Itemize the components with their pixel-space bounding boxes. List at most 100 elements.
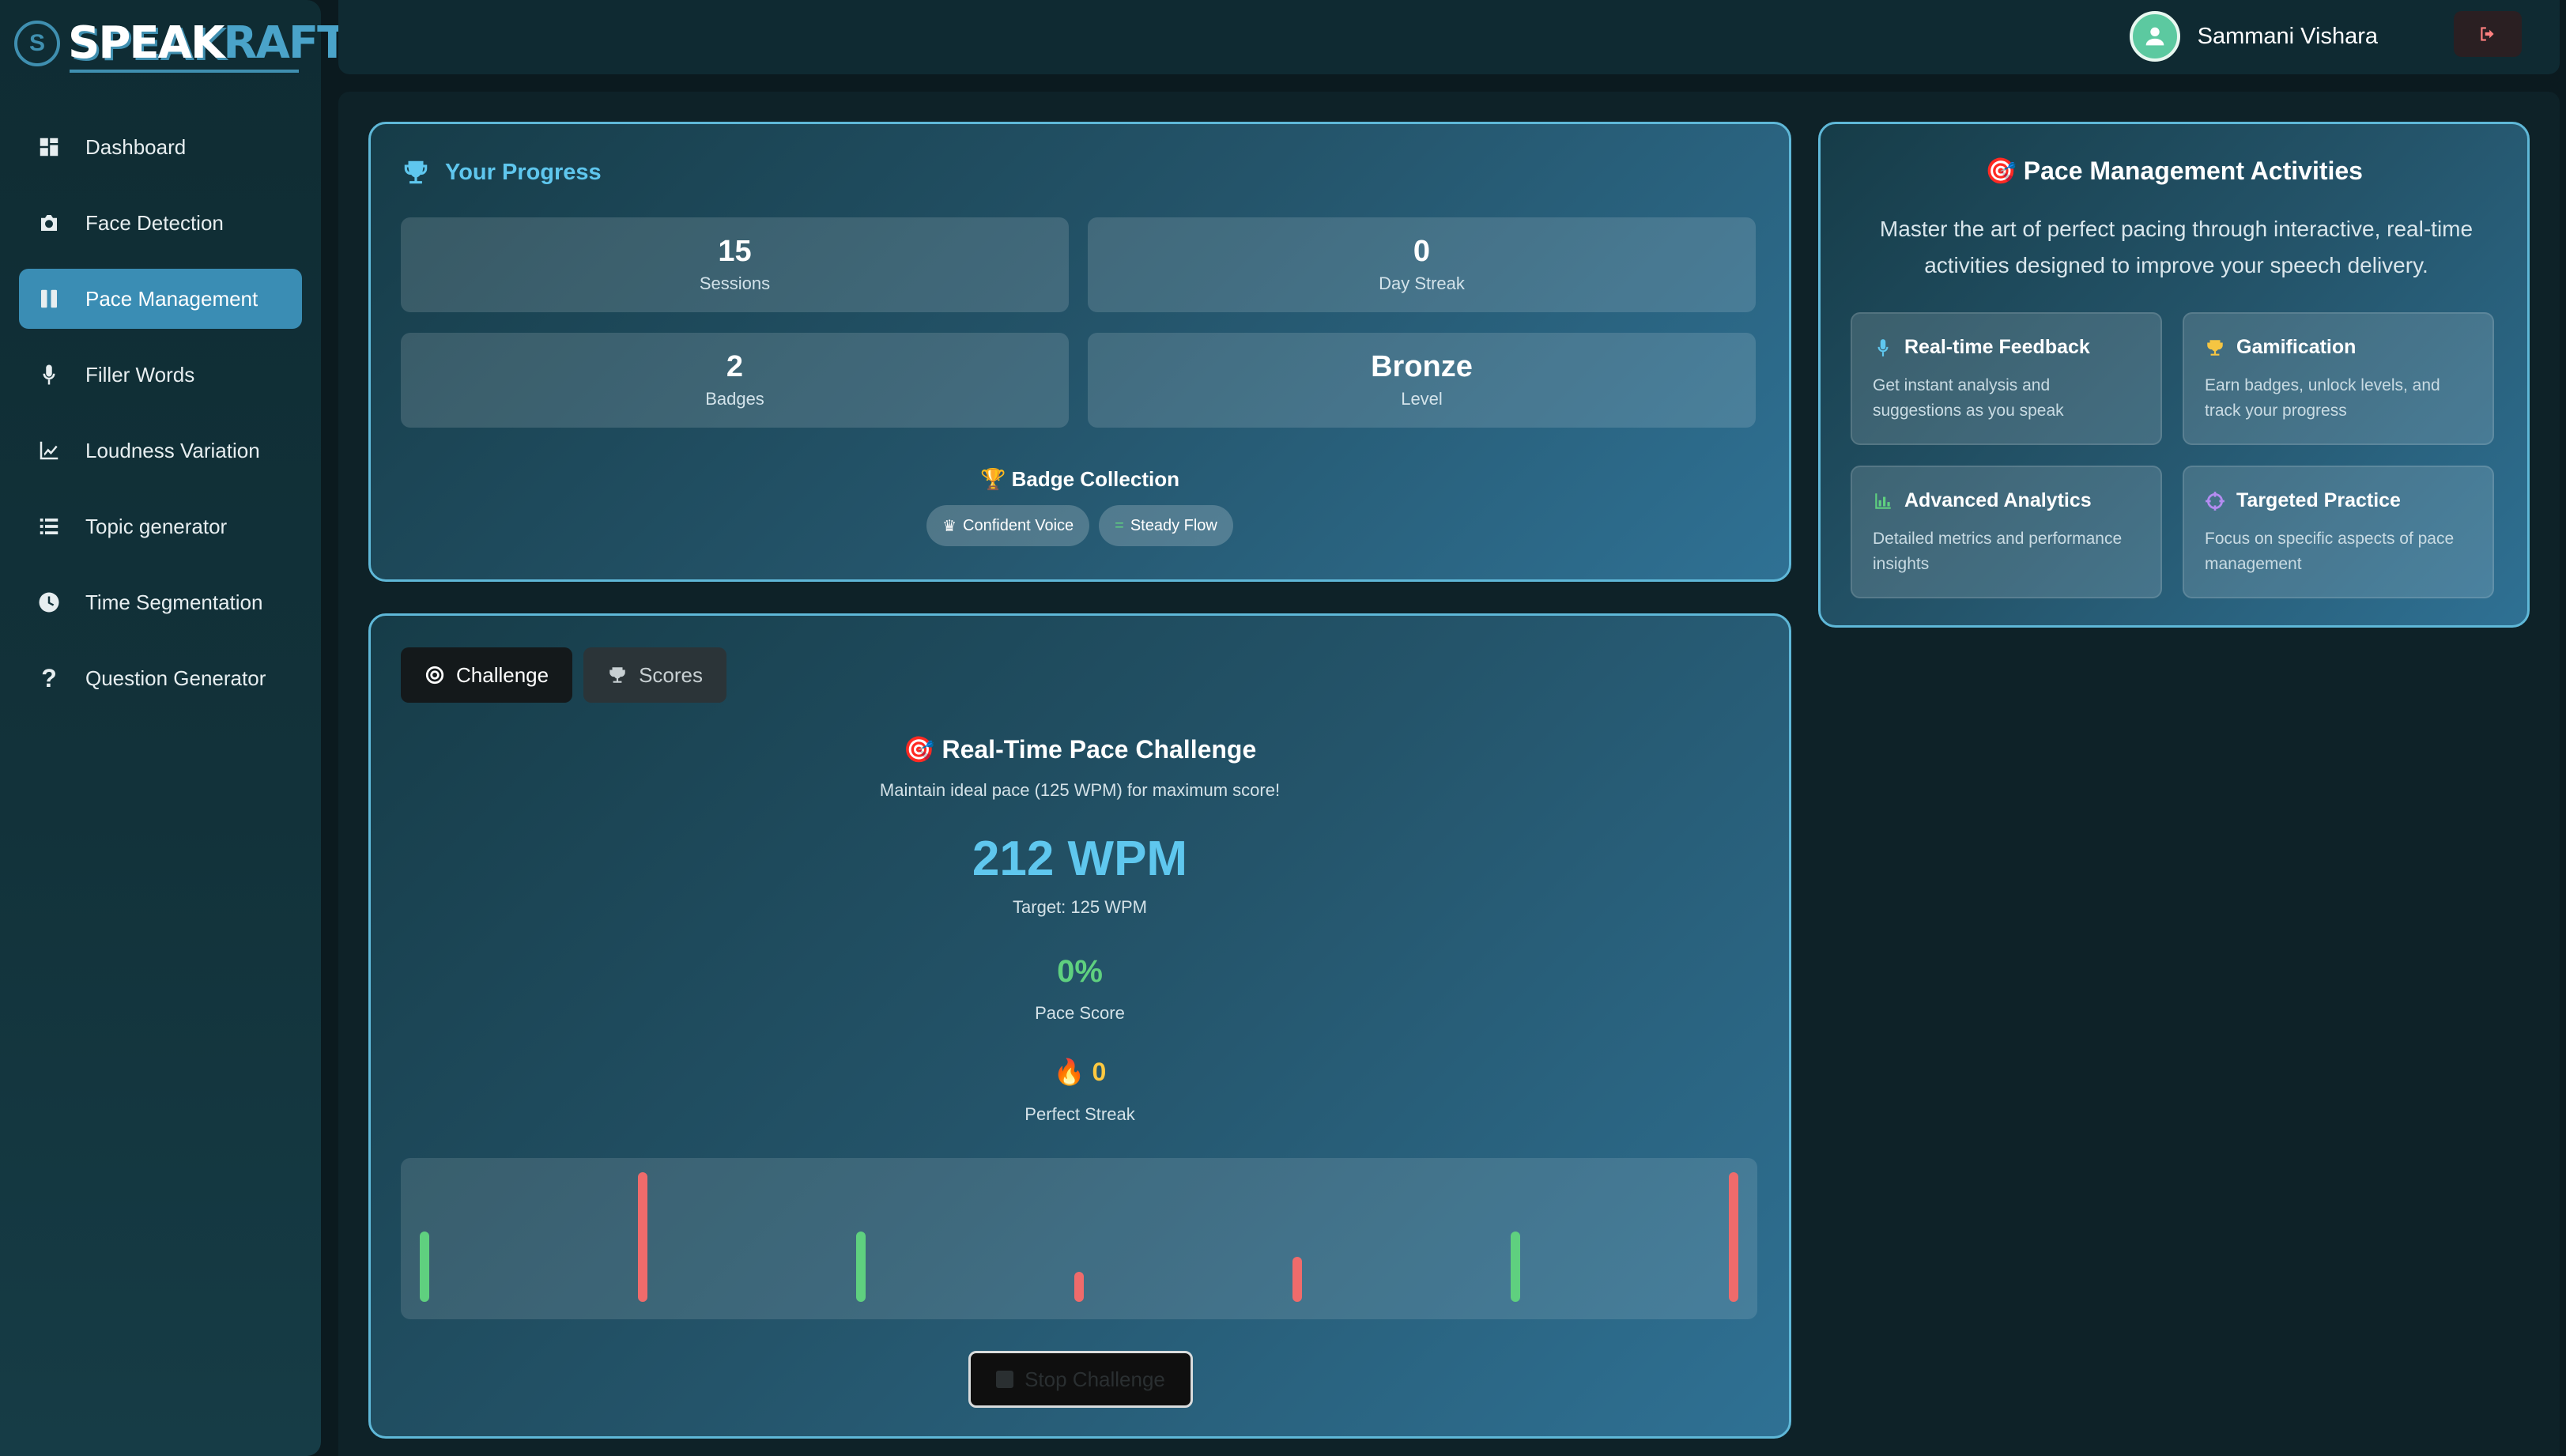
sidebar-item-time-segmentation[interactable]: Time Segmentation <box>19 572 302 632</box>
challenge-tabs: Challenge Scores <box>401 647 727 703</box>
current-wpm: 212 WPM <box>972 832 1188 886</box>
badge-confident-voice[interactable]: ♛ Confident Voice <box>926 505 1090 546</box>
logo-mark-icon: S <box>14 21 60 66</box>
logo-underline <box>70 70 299 73</box>
badge-collection-title: 🏆 Badge Collection <box>980 467 1179 491</box>
feature-head: Real-time Feedback <box>1873 336 2140 359</box>
feature-realtime-feedback[interactable]: Real-time Feedback Get instant analysis … <box>1851 312 2162 445</box>
pace-bar <box>1074 1272 1084 1302</box>
feature-targeted-practice[interactable]: Targeted Practice Focus on specific aspe… <box>2183 466 2494 598</box>
sidebar-item-label: Face Detection <box>85 210 224 235</box>
activities-description: Master the art of perfect pacing through… <box>1879 217 2474 277</box>
sidebar-item-label: Topic generator <box>85 514 228 538</box>
pace-bar <box>420 1232 429 1302</box>
stat-value: 15 <box>718 235 752 268</box>
target-wpm: Target: 125 WPM <box>1013 897 1147 917</box>
sidebar-item-pace-management[interactable]: Pace Management <box>19 269 302 329</box>
sidebar-item-topic-generator[interactable]: Topic generator <box>19 496 302 556</box>
sidebar-item-label: Loudness Variation <box>85 438 260 462</box>
stat-sessions: 15 Sessions <box>401 217 1069 312</box>
stat-label: Sessions <box>699 273 771 293</box>
logo-speak: SPEAK <box>68 17 225 69</box>
sidebar: S SPEAKRAFT Dashboard Face Detection Pac… <box>0 0 347 1456</box>
feature-title: Targeted Practice <box>2236 489 2401 511</box>
stat-label: Badges <box>705 389 764 409</box>
progress-card: Your Progress 15 Sessions 0 Day Streak 2… <box>368 122 1791 582</box>
perfect-streak-value: 🔥 0 <box>1053 1058 1107 1086</box>
pace-bar <box>856 1232 866 1302</box>
sidebar-item-dashboard[interactable]: Dashboard <box>19 117 302 177</box>
feature-advanced-analytics[interactable]: Advanced Analytics Detailed metrics and … <box>1851 466 2162 598</box>
user-menu[interactable]: Sammani Vishara <box>2129 11 2378 62</box>
logo-raft: RAFT <box>223 17 347 69</box>
sidebar-item-label: Pace Management <box>85 286 258 311</box>
stop-challenge-button[interactable]: Stop Challenge <box>968 1351 1193 1408</box>
list-icon <box>35 512 63 541</box>
logo[interactable]: S SPEAKRAFT <box>14 21 347 73</box>
user-icon <box>2145 27 2164 46</box>
feature-head: Gamification <box>2205 336 2472 359</box>
pace-graph <box>401 1158 1757 1319</box>
camera-icon <box>35 209 63 237</box>
tab-scores[interactable]: Scores <box>583 647 727 703</box>
pace-score-label: Pace Score <box>1035 1003 1125 1023</box>
pace-score-value: 0% <box>1057 954 1103 989</box>
stat-day-streak: 0 Day Streak <box>1088 217 1756 312</box>
pace-challenge-card: Challenge Scores 🎯 Real-Time Pace Challe… <box>368 613 1791 1439</box>
feature-head: Advanced Analytics <box>1873 489 2140 512</box>
feature-title: Gamification <box>2236 336 2357 358</box>
line-chart-icon <box>35 436 63 465</box>
trophy-icon <box>2207 339 2223 356</box>
tab-label: Challenge <box>456 662 549 687</box>
clock-icon <box>35 588 63 617</box>
sidebar-item-label: Filler Words <box>85 362 195 387</box>
feature-head: Targeted Practice <box>2205 489 2472 512</box>
sidebar-nav: Dashboard Face Detection Pace Management… <box>19 117 302 724</box>
sidebar-item-label: Dashboard <box>85 134 187 159</box>
trophy-icon <box>609 667 625 683</box>
top-bar: Sammani Vishara <box>338 0 2560 74</box>
stat-badges: 2 Badges <box>401 333 1069 428</box>
stop-icon <box>996 1371 1014 1388</box>
activities-card: 🎯 Pace Management Activities Master the … <box>1818 122 2530 628</box>
sidebar-item-question-generator[interactable]: ? Question Generator <box>19 648 302 708</box>
challenge-title: 🎯 Real-Time Pace Challenge <box>903 735 1257 764</box>
stat-value: 0 <box>1413 235 1431 268</box>
perfect-streak-label: Perfect Streak <box>1025 1104 1135 1124</box>
logout-button[interactable] <box>2454 11 2522 57</box>
sidebar-item-filler-words[interactable]: Filler Words <box>19 345 302 405</box>
feature-title: Real-time Feedback <box>1904 336 2090 358</box>
stat-label: Level <box>1401 389 1443 409</box>
sidebar-item-loudness-variation[interactable]: Loudness Variation <box>19 421 302 481</box>
badge-steady-flow[interactable]: = Steady Flow <box>1099 505 1233 546</box>
crosshair-icon <box>2206 491 2224 511</box>
avatar <box>2129 11 2180 62</box>
microphone-icon <box>35 360 63 389</box>
stat-label: Day Streak <box>1379 273 1465 293</box>
main-content: Your Progress 15 Sessions 0 Day Streak 2… <box>338 92 2560 1456</box>
pace-bar <box>638 1172 647 1302</box>
user-name: Sammani Vishara <box>2197 23 2378 49</box>
trophy-icon <box>404 160 428 184</box>
sidebar-item-face-detection[interactable]: Face Detection <box>19 193 302 253</box>
badge-list: ♛ Confident Voice = Steady Flow <box>371 505 1789 546</box>
logo-text: SPEAKRAFT <box>68 21 347 66</box>
progress-title: Your Progress <box>401 157 602 187</box>
badge-label: Steady Flow <box>1130 516 1217 534</box>
sidebar-item-label: Question Generator <box>85 666 266 690</box>
bar-chart-icon <box>1875 492 1891 509</box>
feature-title: Advanced Analytics <box>1904 489 2092 511</box>
pace-bar <box>1729 1172 1738 1302</box>
stop-label: Stop Challenge <box>1025 1367 1165 1391</box>
stat-value: 2 <box>726 350 744 383</box>
question-icon: ? <box>41 663 57 692</box>
activities-title: 🎯 Pace Management Activities <box>1985 157 2363 185</box>
sidebar-item-label: Time Segmentation <box>85 590 263 614</box>
tab-challenge[interactable]: Challenge <box>401 647 573 703</box>
feature-body: Focus on specific aspects of pace manage… <box>2205 530 2455 573</box>
tab-label: Scores <box>639 662 704 687</box>
pause-bars-icon <box>35 285 63 313</box>
stat-value: Bronze <box>1371 350 1473 383</box>
feature-gamification[interactable]: Gamification Earn badges, unlock levels,… <box>2183 312 2494 445</box>
feature-body: Get instant analysis and suggestions as … <box>1873 376 2064 420</box>
